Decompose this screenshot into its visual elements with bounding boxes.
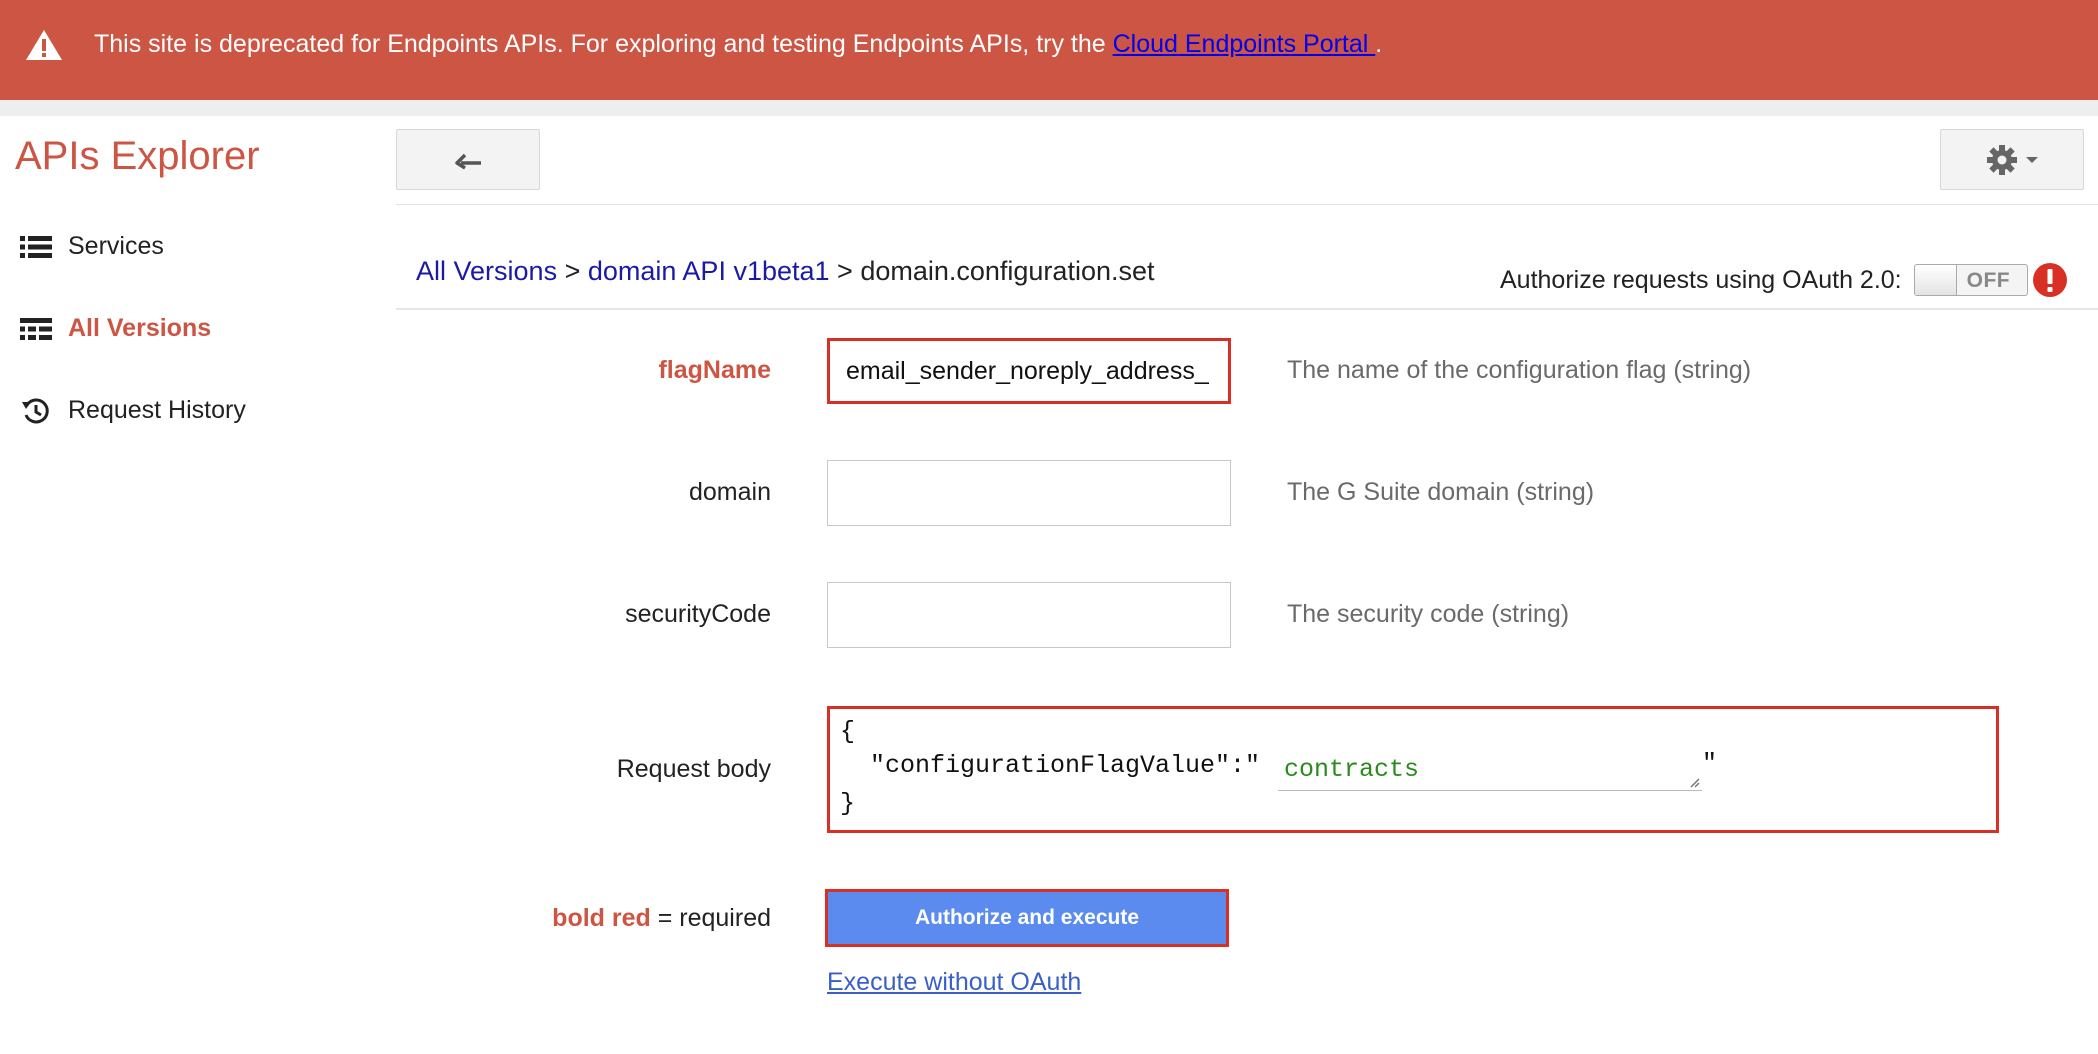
legend-bold-red: bold red [552,904,651,932]
sidebar-item-request-history[interactable]: Request History [20,396,246,425]
domain-description: The G Suite domain (string) [1287,478,1595,506]
sidebar-item-label: Services [68,232,164,260]
request-body-editor: { "configurationFlagValue":" contracts "… [827,706,1999,833]
open-brace: { [840,717,856,746]
toggle-knob [1914,265,1957,295]
back-button[interactable] [396,129,540,190]
header-divider [396,204,2098,205]
resize-grip-icon[interactable] [1688,776,1700,788]
cloud-endpoints-portal-link[interactable]: Cloud Endpoints Portal [1113,30,1376,58]
history-icon [20,397,52,425]
configuration-flag-value: contracts [1284,755,1420,784]
deprecation-banner: This site is deprecated for Endpoints AP… [0,0,2098,100]
back-arrow-icon [455,153,481,169]
securitycode-input[interactable] [827,582,1231,648]
chevron-down-icon [2026,156,2038,163]
body-key: "configurationFlagValue":" [870,751,1261,780]
content-divider [396,308,2098,310]
banner-spacer [0,100,2098,116]
alert-icon [2032,263,2067,297]
flagname-input[interactable]: email_sender_noreply_address_ [827,338,1231,404]
sidebar-item-label: All Versions [68,314,212,342]
execute-without-oauth-link[interactable]: Execute without OAuth [827,968,1081,997]
breadcrumb-domain-api[interactable]: domain API v1beta1 [588,256,830,286]
flagname-description: The name of the configuration flag (stri… [1287,356,1752,384]
versions-icon [20,315,52,343]
oauth-control: Authorize requests using OAuth 2.0: OFF [1500,262,2068,298]
domain-input[interactable] [827,460,1231,526]
request-body-label: Request body [616,755,771,783]
required-legend: bold red = required [371,904,771,933]
settings-button[interactable] [1940,129,2084,190]
sidebar-item-label: Request History [68,396,246,424]
app-title[interactable]: APIs Explorer [15,134,260,179]
banner-text: This site is deprecated for Endpoints AP… [94,30,1113,58]
oauth-toggle[interactable]: OFF [1913,264,2028,296]
banner-message: This site is deprecated for Endpoints AP… [94,30,1382,59]
breadcrumb-separator: > [829,256,861,286]
authorize-execute-button[interactable]: Authorize and execute [825,889,1229,947]
domain-label: domain [689,478,771,506]
flagname-label: flagName [658,356,771,384]
oauth-label: Authorize requests using OAuth 2.0: [1500,265,1902,294]
sidebar-item-services[interactable]: Services [20,232,164,261]
gear-icon [1987,144,2017,175]
legend-rest: = required [650,904,771,932]
banner-suffix: . [1375,30,1383,58]
breadcrumb-separator: > [557,256,588,286]
securitycode-description: The security code (string) [1287,600,1570,628]
securitycode-label: securityCode [625,600,771,628]
breadcrumb-all-versions[interactable]: All Versions [416,256,557,286]
warning-icon [26,30,62,60]
breadcrumb: All Versions > domain API v1beta1 > doma… [416,256,1155,287]
configuration-flag-value-input[interactable]: contracts [1278,751,1702,791]
close-brace: } [840,789,856,818]
toggle-state: OFF [1966,269,2011,292]
body-close-quote: " [1702,749,1718,778]
list-icon [20,233,52,261]
breadcrumb-current: domain.configuration.set [860,256,1155,286]
sidebar-item-all-versions[interactable]: All Versions [20,314,211,343]
